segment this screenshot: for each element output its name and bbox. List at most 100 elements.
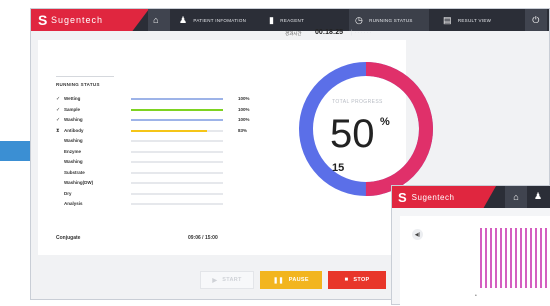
home-icon: ⌂ [513,192,519,202]
step-progress-track [131,140,223,142]
top-navigation-bar: S Sugentech ⌂ ♟ PATIENT INFOMATION ▮ REA… [31,9,549,31]
conjugate-label: Conjugate [56,235,81,241]
result-strip-line [540,228,542,288]
step-row: ✓ Sample 100% [56,106,256,114]
conjugate-time: 09:06 / 15:00 [188,235,218,241]
step-status-icon: ⧗ [56,127,60,134]
elapsed-time-ghost: │ · · · · · · [350,30,372,36]
result-strip-line [530,228,532,288]
result-strip-line [520,228,522,288]
step-progress-track [131,203,223,205]
result-strip-line [480,228,482,288]
sugentech-logo-glyph: S [38,12,48,28]
step-progress-track [131,150,223,153]
step-progress-track [131,98,223,100]
result-strip-line [510,228,512,288]
nav-result-view-label: RESULT VIEW [457,17,492,23]
result-strip-line [490,228,492,288]
step-percent: 100% [238,117,250,122]
overlay-marker-dot: • [475,293,477,299]
nav-running-status[interactable]: ◷ RUNNING STATUS [349,9,429,31]
step-progress-track [131,171,223,174]
step-label: Washing [64,138,83,143]
step-label: Washing(DW) [64,180,94,185]
user-icon: ♟ [179,14,188,25]
start-button[interactable]: ▶ START [200,271,254,289]
step-progress-fill [131,119,223,121]
nav-patient-info[interactable]: ♟ PATIENT INFOMATION [179,9,246,31]
step-percent: 83% [238,127,248,133]
step-row: Washing(DW) [56,179,256,187]
step-row: Enzyme [56,148,256,156]
title-divider [56,76,114,77]
step-progress-track [131,182,223,184]
pause-icon: ❚❚ [273,277,284,284]
overlay-home-button[interactable]: ⌂ [505,186,527,208]
step-progress-fill [131,129,208,132]
result-strip-line [535,228,537,288]
nav-patient-info-label: PATIENT INFOMATION [193,17,247,23]
power-button[interactable]: ⏻ [525,9,547,31]
nav-running-status-label: RUNNING STATUS [369,17,413,23]
nav-reagent-label: REAGENT [280,17,305,23]
step-progress-track [131,119,223,121]
step-label: Analysis [64,201,83,206]
stop-button[interactable]: ■ STOP [328,271,386,289]
step-row: ⧗ Antibody 83% [56,127,256,135]
start-button-label: START [222,277,242,283]
overlay-user-icon[interactable]: ♟ [534,191,542,202]
document-icon: ▤ [443,14,452,25]
step-progress-track [131,108,223,111]
step-row: Dry [56,190,256,198]
result-screen-overlay: S Sugentech ⌂ ♟ ◀) • [391,185,550,306]
pause-button-label: PAUSE [288,277,309,283]
total-progress-label: TOTAL PROGRESS [332,99,383,105]
step-label: Washing [64,159,83,164]
play-icon: ▶ [212,277,218,284]
step-row: Washing [56,158,256,166]
result-strip-line [525,228,527,288]
overlay-brand-name: Sugentech [411,192,455,202]
overlay-top-bar: S Sugentech ⌂ ♟ [392,186,550,208]
step-percent: 100% [238,106,250,112]
step-row: ✓ Wetting 100% [56,95,256,103]
step-progress-track [131,161,223,163]
result-strip-line [515,228,517,288]
speaker-icon[interactable]: ◀) [412,229,423,240]
step-label: Substrate [64,169,85,175]
stop-icon: ■ [344,277,349,283]
tube-icon: ▮ [269,14,275,25]
running-status-title: RUNNING STATUS [56,82,100,87]
step-progress-track [131,192,223,195]
step-status-icon: ✓ [56,117,61,123]
blue-arrow-connector [0,141,31,161]
step-label: Sample [64,106,81,112]
percent-sign: % [380,116,390,128]
step-label: Wetting [64,96,81,101]
total-progress-percent: 50 [330,112,375,156]
clock-icon: ◷ [355,14,364,25]
pause-button[interactable]: ❚❚ PAUSE [260,271,322,289]
elapsed-time-label: 경과시간 [285,31,302,36]
step-percent: 100% [238,96,250,101]
step-label: Washing [64,117,83,122]
result-strip-line [500,228,502,288]
result-strip-line [545,228,547,288]
home-icon: ⌂ [153,15,159,25]
step-row: Analysis [56,200,256,208]
step-label: Antibody [64,127,84,133]
step-status-icon: ✓ [56,106,61,113]
step-row: Substrate [56,169,256,177]
step-progress-fill [131,108,223,111]
brand-name: Sugentech [51,15,104,25]
nav-home-button[interactable]: ⌂ [148,9,170,31]
result-strip-lines [480,228,550,288]
total-progress-donut: TOTAL PROGRESS 50 % 15 [299,62,433,196]
nav-reagent[interactable]: ▮ REAGENT [269,9,304,31]
result-strip-line [495,228,497,288]
brand-logo: S Sugentech [31,9,149,31]
step-label: Enzyme [64,148,82,154]
nav-result-view[interactable]: ▤ RESULT VIEW [443,9,491,31]
stop-button-label: STOP [353,277,370,283]
elapsed-time-value: 00:18:25 [315,29,344,36]
